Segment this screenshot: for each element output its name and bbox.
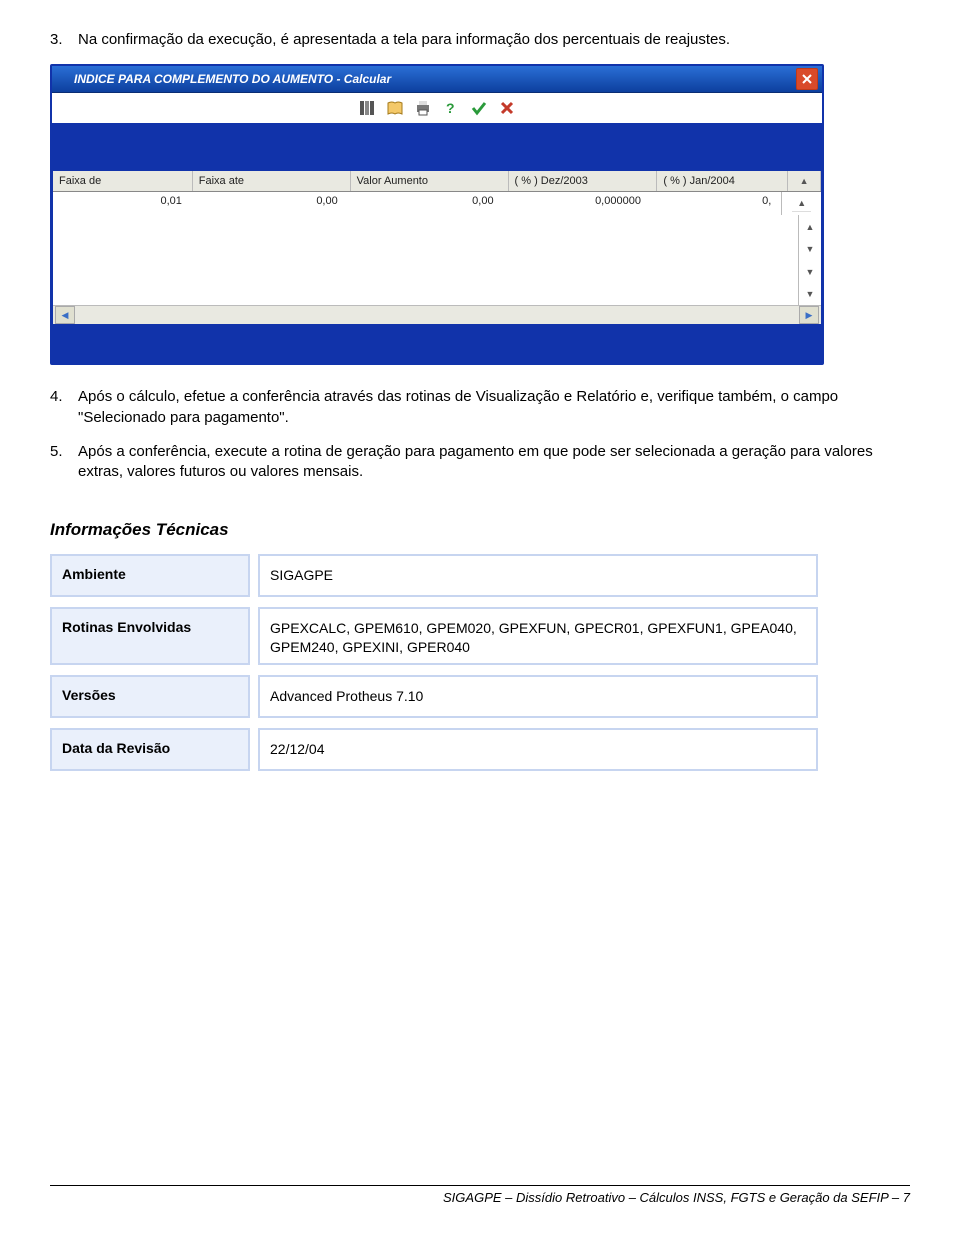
list-number: 3. [50,30,78,50]
info-row-versoes: Versões Advanced Protheus 7.10 [50,675,910,718]
info-value: 22/12/04 [258,728,818,771]
window-footer-strip [52,325,822,363]
list-number: 5. [50,442,78,462]
cell[interactable]: 0,00 [192,192,348,215]
col-header: ( % ) Dez/2003 [509,171,658,191]
list-number: 4. [50,387,78,407]
toolbar: ? [52,93,822,125]
col-header: Faixa ate [193,171,351,191]
confirm-icon[interactable] [468,97,490,119]
section-title: Informações Técnicas [50,520,910,540]
close-icon [801,73,813,85]
list-item-5: 5. Após a conferência, execute a rotina … [50,442,910,483]
list-text: Na confirmação da execução, é apresentad… [78,30,910,50]
scroll-down-icon[interactable]: ▼ [799,238,821,261]
grid-header: Faixa de Faixa ate Valor Aumento ( % ) D… [53,171,821,192]
vscroll-top[interactable]: ▲ [787,171,821,191]
vscroll-btn[interactable]: ▲ [781,192,821,215]
info-label: Data da Revisão [50,728,250,771]
scroll-down-end-icon[interactable]: ▼ [799,260,821,283]
list-item-4: 4. Após o cálculo, efetue a conferência … [50,387,910,428]
cell[interactable]: 0,00 [348,192,504,215]
scroll-up-icon[interactable]: ▲ [799,215,821,238]
col-header: ( % ) Jan/2004 [657,171,787,191]
window-titlebar: INDICE PARA COMPLEMENTO DO AUMENTO - Cal… [52,66,822,93]
window-title: INDICE PARA COMPLEMENTO DO AUMENTO - Cal… [74,72,391,86]
vscroll-track[interactable]: ▲ ▼ ▼ ▼ [798,215,821,305]
hscroll[interactable]: ◀ ▶ [53,305,821,324]
info-row-data: Data da Revisão 22/12/04 [50,728,910,771]
page-footer: SIGAGPE – Dissídio Retroativo – Cálculos… [50,1185,910,1205]
scroll-end-icon[interactable]: ▼ [799,283,821,306]
info-row-ambiente: Ambiente SIGAGPE [50,554,910,597]
col-header: Valor Aumento [351,171,509,191]
info-label: Rotinas Envolvidas [50,607,250,665]
info-label: Ambiente [50,554,250,597]
svg-text:?: ? [446,100,455,116]
info-label: Versões [50,675,250,718]
table-row: 0,01 0,00 0,00 0,000000 0, ▲ [53,192,821,215]
scroll-left-icon[interactable]: ◀ [55,306,75,324]
help-icon[interactable]: ? [440,97,462,119]
grid-body: ▲ ▼ ▼ ▼ [53,215,821,305]
close-button[interactable] [796,68,818,90]
sheet-columns-icon[interactable] [356,97,378,119]
data-grid: Faixa de Faixa ate Valor Aumento ( % ) D… [52,171,822,325]
list-item-3: 3. Na confirmação da execução, é apresen… [50,30,910,50]
cell[interactable]: 0, [651,192,781,215]
scroll-right-icon[interactable]: ▶ [799,306,819,324]
info-value: GPEXCALC, GPEM610, GPEM020, GPEXFUN, GPE… [258,607,818,665]
cell[interactable]: 0,01 [53,192,192,215]
print-icon[interactable] [412,97,434,119]
info-row-rotinas: Rotinas Envolvidas GPEXCALC, GPEM610, GP… [50,607,910,665]
list-text: Após o cálculo, efetue a conferência atr… [78,387,910,428]
cancel-icon[interactable] [496,97,518,119]
info-value: SIGAGPE [258,554,818,597]
embedded-screenshot: INDICE PARA COMPLEMENTO DO AUMENTO - Cal… [50,64,824,365]
list-text: Após a conferência, execute a rotina de … [78,442,910,483]
cell[interactable]: 0,000000 [504,192,651,215]
book-icon[interactable] [384,97,406,119]
info-value: Advanced Protheus 7.10 [258,675,818,718]
col-header: Faixa de [53,171,193,191]
